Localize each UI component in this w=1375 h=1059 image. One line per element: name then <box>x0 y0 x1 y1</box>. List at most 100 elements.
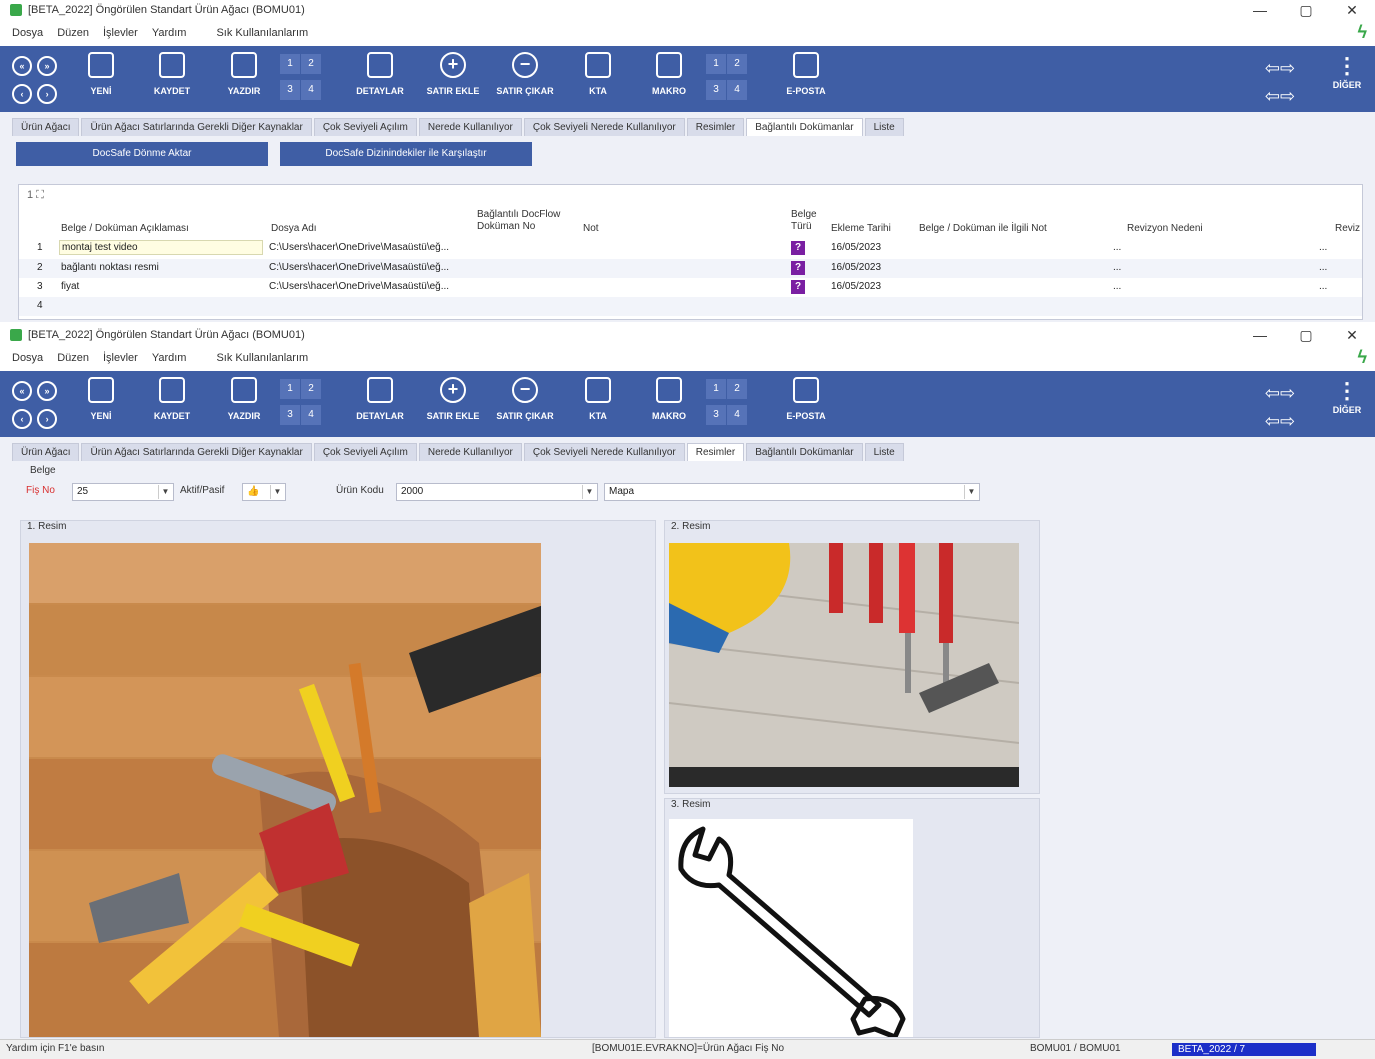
prev-record-icon[interactable]: ‹ <box>12 409 32 429</box>
table-row[interactable]: 2 bağlantı noktası resmi C:\Users\hacer\… <box>19 259 1362 278</box>
header-revision-reason[interactable]: Revizyon Nedeni <box>1127 223 1203 235</box>
kta-button[interactable]: KTA <box>584 52 612 96</box>
tab-bom[interactable]: Ürün Ağacı <box>12 443 80 461</box>
slot-2[interactable]: 2 <box>301 54 321 74</box>
lightning-icon[interactable]: ϟ <box>1357 22 1367 43</box>
header-note[interactable]: Not <box>583 223 599 235</box>
chevron-down-icon[interactable]: ▼ <box>964 485 978 499</box>
tab-other-resources[interactable]: Ürün Ağacı Satırlarında Gerekli Diğer Ka… <box>81 443 312 461</box>
chevron-down-icon[interactable]: ▼ <box>158 485 172 499</box>
tab-where-used[interactable]: Nerede Kullanılıyor <box>418 118 522 136</box>
tab-multilevel-where-used[interactable]: Çok Seviyeli Nerede Kullanılıyor <box>523 443 685 461</box>
slot-2[interactable]: 2 <box>301 379 321 399</box>
doc-type-icon[interactable]: ? <box>791 261 805 275</box>
maximize-button[interactable]: ▢ <box>1283 327 1329 344</box>
menu-functions[interactable]: İşlevler <box>103 27 138 39</box>
row-description[interactable]: bağlantı noktası resmi <box>61 262 261 273</box>
header-file-name[interactable]: Dosya Adı <box>271 223 317 235</box>
tab-where-used[interactable]: Nerede Kullanılıyor <box>418 443 522 461</box>
remove-row-button[interactable]: − SATIR ÇIKAR <box>492 52 558 96</box>
row-file-name[interactable]: C:\Users\hacer\OneDrive\Masaüstü\eğ... <box>269 262 475 273</box>
slot-3[interactable]: 3 <box>280 80 300 100</box>
row-description[interactable]: montaj test video <box>59 240 263 255</box>
details-button[interactable]: DETAYLAR <box>352 377 408 421</box>
tab-images[interactable]: Resimler <box>686 118 745 136</box>
tool-belt-image[interactable] <box>29 543 541 1037</box>
more-button[interactable]: ⋮ DİĞER <box>1327 377 1367 415</box>
macro-slot-1[interactable]: 1 <box>706 379 726 399</box>
table-row[interactable]: 3 fiyat C:\Users\hacer\OneDrive\Masaüstü… <box>19 278 1362 297</box>
slot-4[interactable]: 4 <box>301 80 321 100</box>
email-button[interactable]: E-POSTA <box>782 377 830 421</box>
menu-favorites[interactable]: Sık Kullanılanlarım <box>216 27 308 39</box>
tab-multilevel[interactable]: Çok Seviyeli Açılım <box>313 118 417 136</box>
next-record-icon[interactable]: › <box>37 84 58 104</box>
first-record-icon[interactable]: « <box>12 381 32 401</box>
remove-row-button[interactable]: − SATIR ÇIKAR <box>492 377 558 421</box>
tab-other-resources[interactable]: Ürün Ağacı Satırlarında Gerekli Diğer Ka… <box>81 118 312 136</box>
row-revision-reason[interactable]: ... <box>1113 281 1121 292</box>
menu-file[interactable]: Dosya <box>12 27 43 39</box>
more-button[interactable]: ⋮ DİĞER <box>1327 52 1367 90</box>
macro-slot-4[interactable]: 4 <box>727 405 747 425</box>
header-related-note[interactable]: Belge / Doküman ile İlgili Not <box>919 223 1047 235</box>
menu-edit[interactable]: Düzen <box>57 27 89 39</box>
last-record-icon[interactable]: » <box>37 56 58 76</box>
macro-slot-4[interactable]: 4 <box>727 80 747 100</box>
print-button[interactable]: YAZDIR <box>222 377 266 421</box>
tab-list[interactable]: Liste <box>864 118 904 136</box>
doc-type-icon[interactable]: ? <box>791 241 805 255</box>
row-revision-reason[interactable]: ... <box>1113 262 1121 273</box>
minimize-button[interactable]: — <box>1237 327 1283 344</box>
add-row-button[interactable]: + SATIR EKLE <box>424 377 482 421</box>
table-row[interactable]: 4 <box>19 297 1362 316</box>
product-name-field[interactable]: Mapa ▼ <box>604 483 980 501</box>
macro-slot-1[interactable]: 1 <box>706 54 726 74</box>
maximize-button[interactable]: ▢ <box>1283 2 1329 19</box>
tab-multilevel-where-used[interactable]: Çok Seviyeli Nerede Kullanılıyor <box>523 118 685 136</box>
macro-slot-2[interactable]: 2 <box>727 54 747 74</box>
slot-1[interactable]: 1 <box>280 379 300 399</box>
minimize-button[interactable]: — <box>1237 2 1283 19</box>
header-docflow[interactable]: Bağlantılı DocFlow Doküman No <box>477 209 577 233</box>
print-button[interactable]: YAZDIR <box>222 52 266 96</box>
row-revision[interactable]: ... <box>1319 281 1327 292</box>
chevron-down-icon[interactable]: ▼ <box>270 485 284 499</box>
row-description[interactable]: fiyat <box>61 281 261 292</box>
new-button[interactable]: YENİ <box>86 52 116 96</box>
menu-edit[interactable]: Düzen <box>57 352 89 364</box>
macro-slot-2[interactable]: 2 <box>727 379 747 399</box>
grid-corner[interactable]: 1 ⛶ <box>27 189 44 202</box>
navigate-arrows[interactable]: ⇦⇨ ⇦⇨ <box>1255 54 1305 110</box>
tab-images[interactable]: Resimler <box>686 443 745 461</box>
menu-favorites[interactable]: Sık Kullanılanlarım <box>216 352 308 364</box>
docsafe-transfer-button[interactable]: DocSafe Dönme Aktar <box>16 142 268 166</box>
tab-linked-documents[interactable]: Bağlantılı Dokümanlar <box>746 118 863 136</box>
save-button[interactable]: KAYDET <box>150 377 194 421</box>
new-button[interactable]: YENİ <box>86 377 116 421</box>
tab-list[interactable]: Liste <box>864 443 904 461</box>
lightning-icon[interactable]: ϟ <box>1357 347 1367 368</box>
active-passive-select[interactable]: 👍 ▼ <box>242 483 286 501</box>
row-file-name[interactable]: C:\Users\hacer\OneDrive\Masaüstü\eğ... <box>269 242 475 253</box>
row-file-name[interactable]: C:\Users\hacer\OneDrive\Masaüstü\eğ... <box>269 281 475 292</box>
first-record-icon[interactable]: « <box>12 56 32 76</box>
tab-bom[interactable]: Ürün Ağacı <box>12 118 80 136</box>
row-revision[interactable]: ... <box>1319 242 1327 253</box>
macro-button[interactable]: MAKRO <box>648 377 690 421</box>
tab-multilevel[interactable]: Çok Seviyeli Açılım <box>313 443 417 461</box>
menu-file[interactable]: Dosya <box>12 352 43 364</box>
next-record-icon[interactable]: › <box>37 409 58 429</box>
product-code-field[interactable]: 2000 ▼ <box>396 483 598 501</box>
wrench-image[interactable] <box>669 819 913 1037</box>
macro-button[interactable]: MAKRO <box>648 52 690 96</box>
header-added-date[interactable]: Ekleme Tarihi <box>831 223 891 235</box>
doc-type-icon[interactable]: ? <box>791 280 805 294</box>
header-description[interactable]: Belge / Doküman Açıklaması <box>61 223 189 235</box>
docsafe-compare-button[interactable]: DocSafe Dizinindekiler ile Karşılaştır <box>280 142 532 166</box>
fis-no-field[interactable]: 25 ▼ <box>72 483 174 501</box>
row-revision-reason[interactable]: ... <box>1113 242 1121 253</box>
close-button[interactable]: ✕ <box>1329 327 1375 344</box>
add-row-button[interactable]: + SATIR EKLE <box>424 52 482 96</box>
hand-tools-image[interactable] <box>669 543 1019 787</box>
